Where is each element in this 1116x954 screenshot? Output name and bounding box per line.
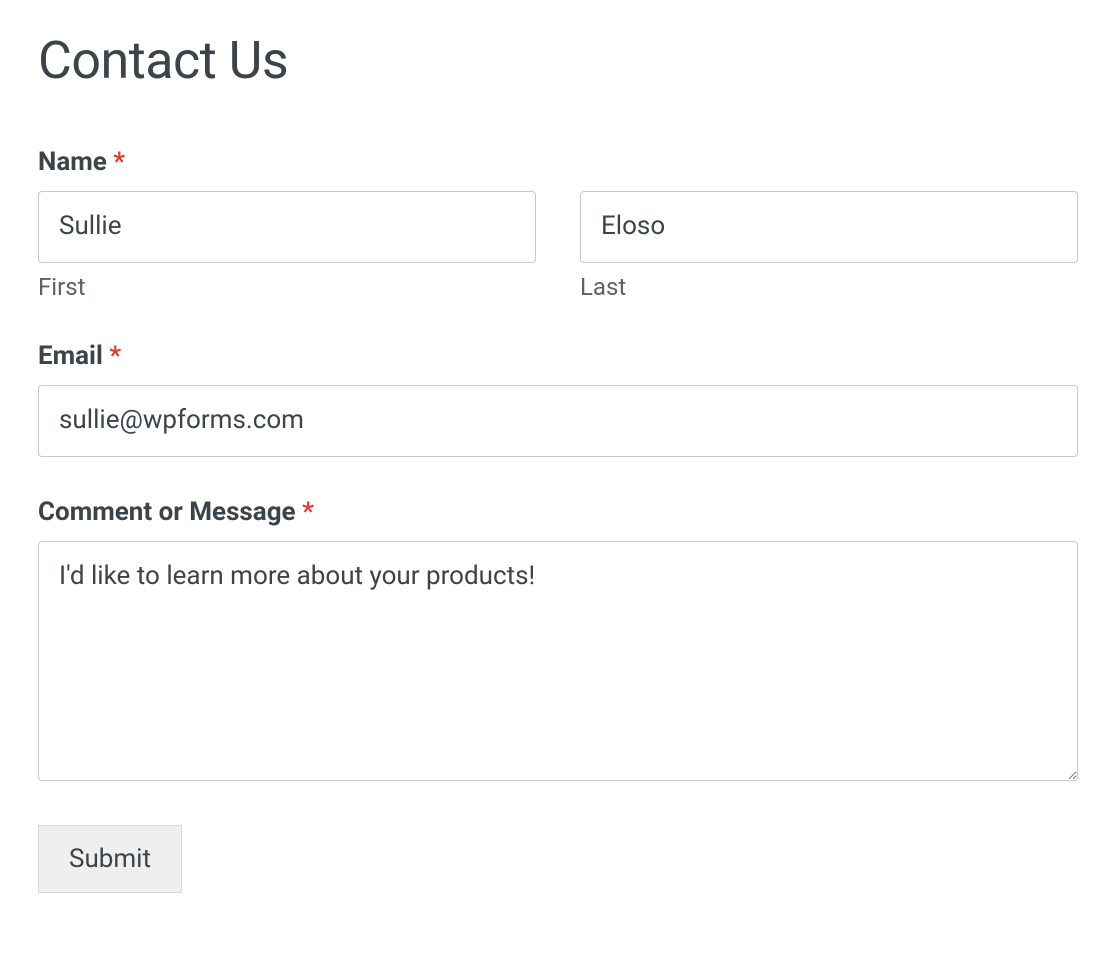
email-label: Email *: [38, 341, 1078, 371]
message-field-group: Comment or Message *: [38, 497, 1078, 785]
last-name-col: Last: [580, 191, 1078, 301]
message-label: Comment or Message *: [38, 497, 1078, 527]
name-label-text: Name: [38, 147, 107, 177]
required-indicator: *: [113, 147, 125, 177]
required-indicator: *: [109, 341, 121, 371]
last-name-sublabel: Last: [580, 273, 1078, 301]
first-name-sublabel: First: [38, 273, 536, 301]
first-name-col: First: [38, 191, 536, 301]
email-field-group: Email *: [38, 341, 1078, 457]
message-label-text: Comment or Message: [38, 497, 296, 527]
last-name-input[interactable]: [580, 191, 1078, 263]
message-textarea[interactable]: [38, 541, 1078, 781]
page-title: Contact Us: [38, 30, 1078, 91]
email-input[interactable]: [38, 385, 1078, 457]
contact-form: Name * First Last Email * Comment or Mes…: [38, 147, 1078, 893]
name-row: First Last: [38, 191, 1078, 301]
name-field-group: Name * First Last: [38, 147, 1078, 301]
first-name-input[interactable]: [38, 191, 536, 263]
submit-button[interactable]: Submit: [38, 825, 182, 893]
required-indicator: *: [302, 497, 314, 527]
name-label: Name *: [38, 147, 1078, 177]
email-label-text: Email: [38, 341, 103, 371]
